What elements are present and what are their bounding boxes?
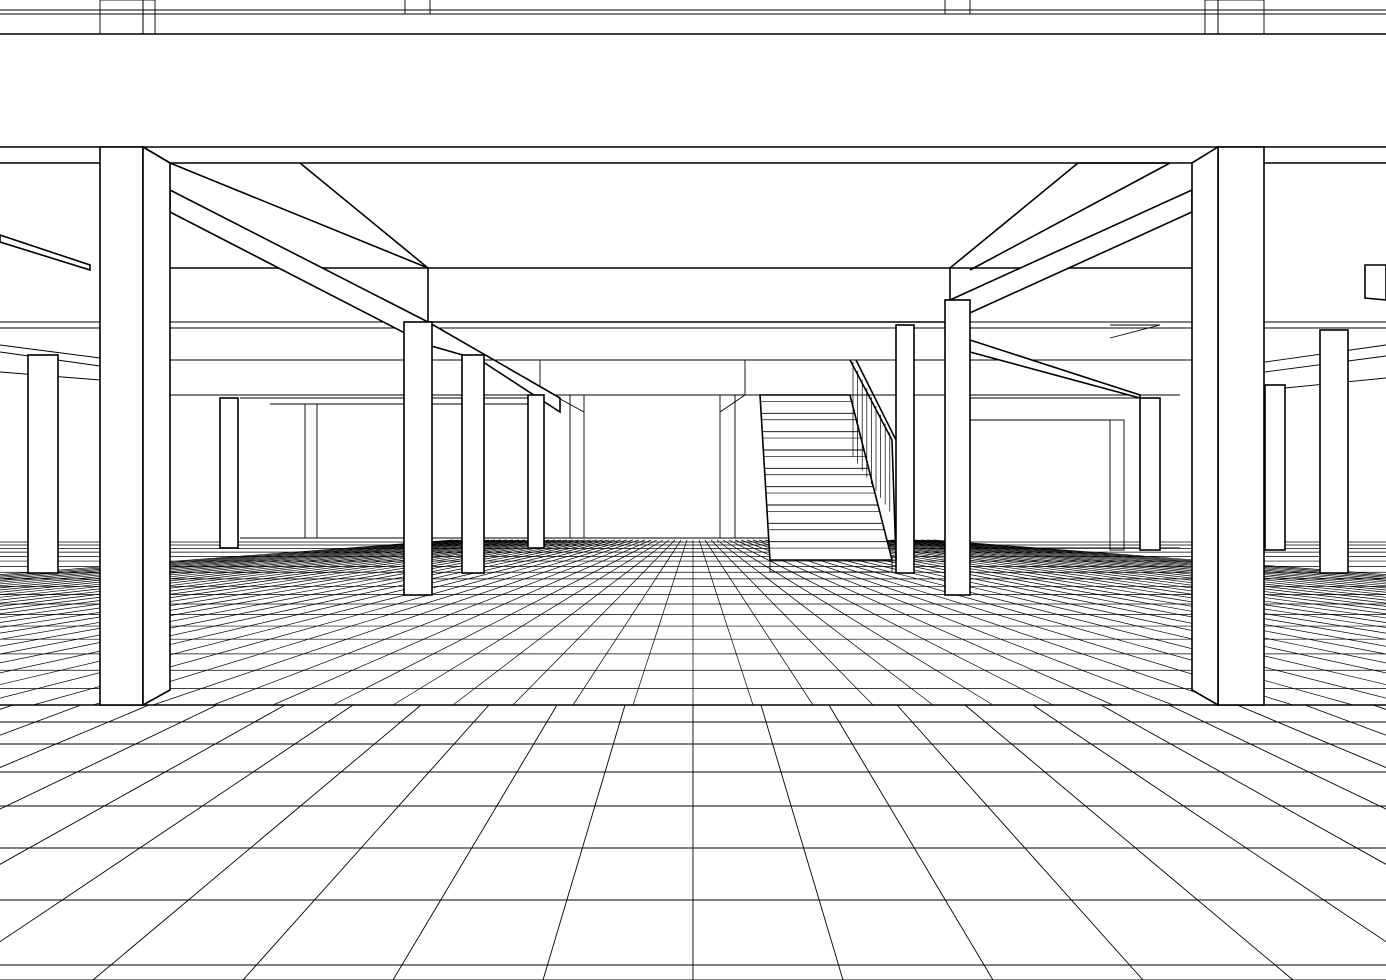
column-mid-right-2 xyxy=(895,324,915,574)
column-front-right xyxy=(1217,146,1265,706)
column-mid-left xyxy=(403,321,433,596)
column-far-right-2 xyxy=(1264,384,1286,551)
building-interior-wireframe xyxy=(0,0,1386,980)
upper-floor-slab xyxy=(0,0,1386,35)
back-wall xyxy=(0,321,1386,574)
column-front-left xyxy=(99,146,144,706)
tiled-floor-far xyxy=(0,539,1386,706)
column-side-left xyxy=(527,394,545,549)
tiled-floor-near xyxy=(0,704,1386,980)
column-back-right xyxy=(1139,397,1161,551)
column-mid-left-2 xyxy=(461,354,485,574)
column-far-right xyxy=(1319,329,1349,574)
column-far-left xyxy=(27,354,59,574)
column-mid-right xyxy=(944,299,971,596)
column-far-left-2 xyxy=(219,397,239,549)
ceiling-beams xyxy=(0,146,1386,414)
